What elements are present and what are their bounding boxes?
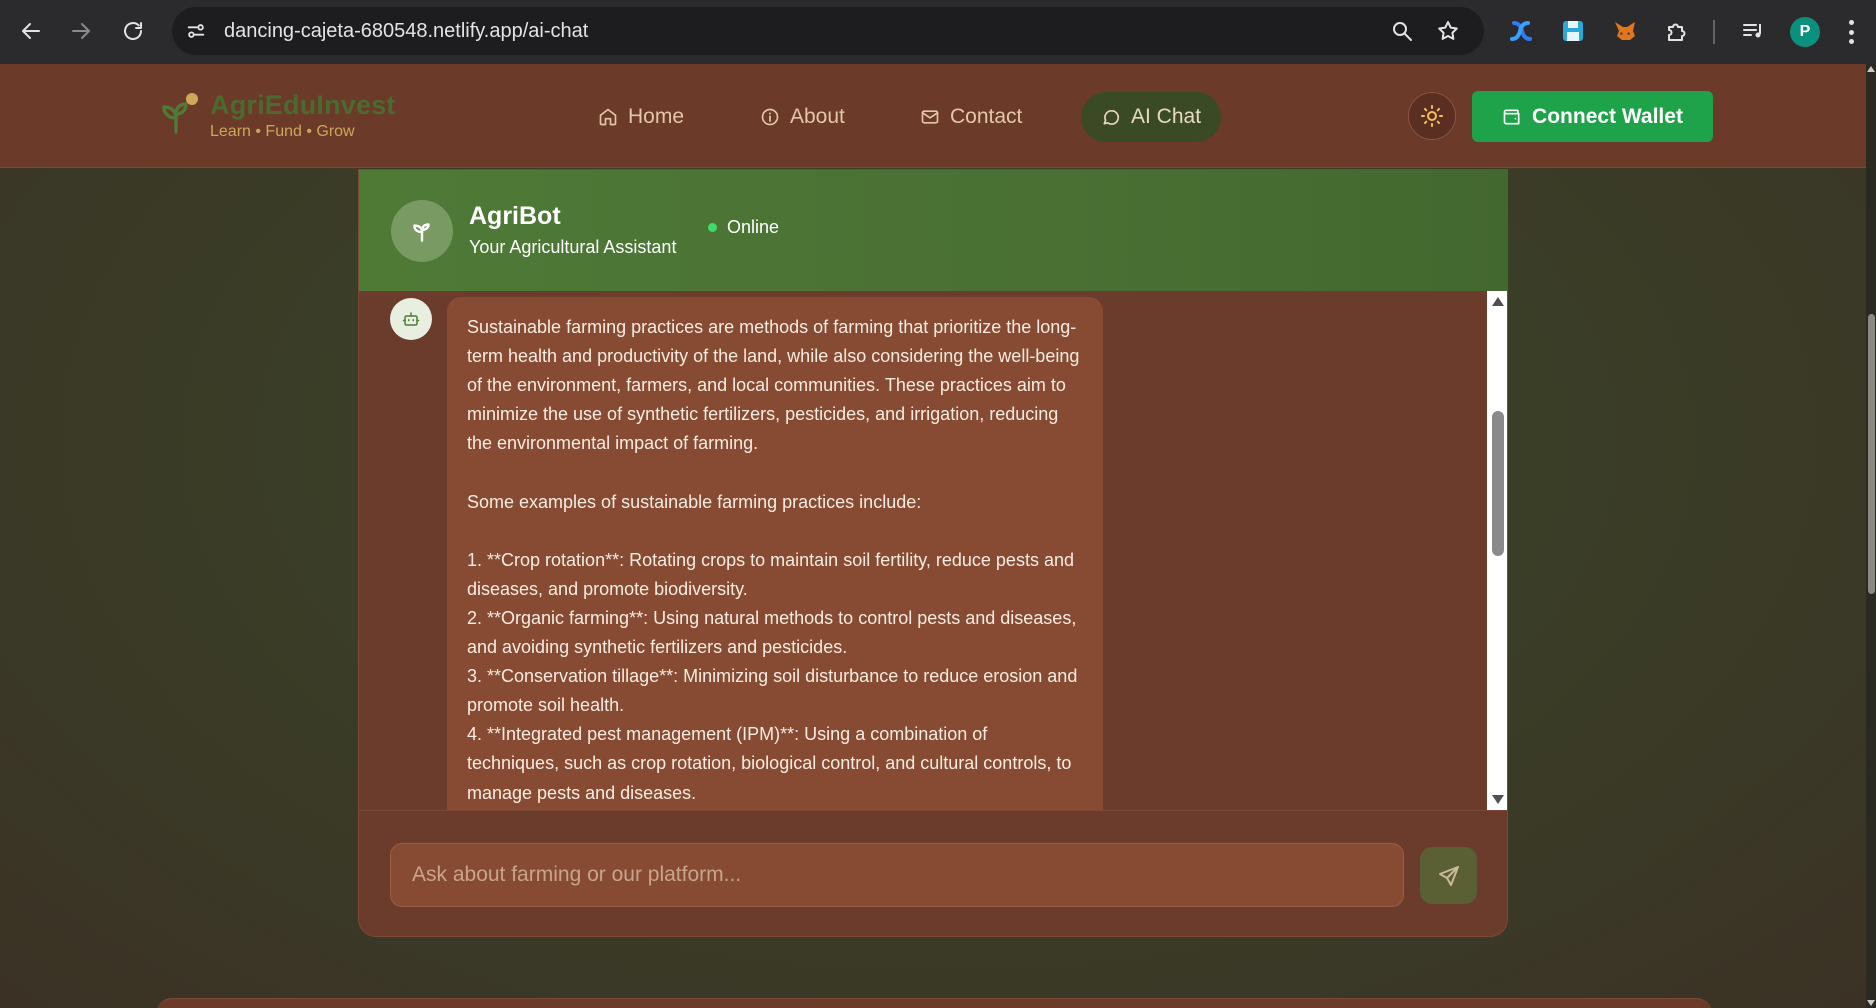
mail-icon (921, 110, 939, 124)
theme-toggle-button[interactable] (1408, 92, 1456, 140)
reload-button[interactable] (114, 12, 152, 50)
info-icon (761, 108, 779, 126)
extension-save[interactable] (1558, 16, 1588, 46)
media-controls-button[interactable] (1738, 16, 1768, 46)
sprout-logo-icon (162, 93, 198, 134)
copilot-icon (1510, 21, 1532, 41)
back-button[interactable] (12, 12, 50, 50)
reload-icon (124, 22, 142, 40)
brand-tagline: Learn • Fund • Grow (210, 123, 355, 140)
page-viewport: AgriEduInvest Learn • Fund • Grow Home A… (0, 64, 1876, 1008)
sprout-icon (413, 223, 430, 242)
playlist-icon (1743, 24, 1761, 38)
bookmark-button[interactable] (1436, 19, 1462, 45)
site-header: AgriEduInvest Learn • Fund • Grow Home A… (0, 64, 1866, 168)
chat-icon (1103, 109, 1120, 125)
page-scrollbar[interactable] (1866, 64, 1876, 1008)
star-icon (1438, 21, 1458, 40)
scroll-down-arrow-icon[interactable] (1492, 795, 1504, 804)
nav-contact[interactable]: Contact (900, 92, 1042, 142)
bot-name: AgriBot (469, 202, 561, 230)
browser-toolbar: dancing-cajeta-680548.netlify.app/ai-cha… (0, 0, 1876, 64)
arrow-right-icon (72, 23, 90, 39)
menu-dot-icon (1848, 39, 1854, 44)
send-icon (1438, 865, 1459, 886)
message-list[interactable]: Sustainable farming practices are method… (359, 291, 1507, 810)
page-scrollbar-thumb[interactable] (1868, 314, 1875, 594)
nav-ai-chat-label: AI Chat (1131, 105, 1202, 128)
extension-copilot[interactable] (1506, 16, 1536, 46)
more-menu-button[interactable] (1846, 18, 1856, 46)
chat-input[interactable] (390, 843, 1404, 907)
status-badge: Online (708, 217, 779, 238)
bot-message-bubble: Sustainable farming practices are method… (447, 297, 1103, 810)
tune-icon (187, 24, 205, 38)
chat-panel: AgriBot Your Agricultural Assistant Onli… (358, 169, 1508, 937)
bot-avatar (391, 200, 453, 262)
sun-icon (1421, 105, 1443, 127)
nav-home-label: Home (628, 105, 685, 128)
home-icon (599, 108, 617, 126)
brand-logo[interactable]: AgriEduInvest Learn • Fund • Grow (156, 90, 396, 141)
wallet-icon (1503, 109, 1520, 124)
menu-dot-icon (1848, 29, 1854, 35)
menu-dot-icon (1848, 20, 1854, 25)
search-icon (1393, 22, 1412, 41)
bot-subtitle: Your Agricultural Assistant (469, 237, 677, 257)
robot-icon (402, 312, 420, 326)
url-text: dancing-cajeta-680548.netlify.app/ai-cha… (224, 20, 589, 42)
nav-about-label: About (790, 105, 845, 128)
extension-metamask[interactable] (1610, 16, 1640, 46)
send-button[interactable] (1420, 847, 1477, 904)
nav-home[interactable]: Home (578, 92, 704, 142)
profile-avatar[interactable]: P (1790, 17, 1820, 47)
connect-wallet-label: Connect Wallet (1532, 104, 1683, 128)
extensions-button[interactable] (1662, 16, 1692, 46)
brand-name: AgriEduInvest (210, 90, 396, 120)
page-scroll-down-icon[interactable] (1867, 1000, 1875, 1006)
status-label: Online (727, 217, 780, 237)
fox-icon (1615, 22, 1635, 40)
scroll-up-arrow-icon[interactable] (1492, 297, 1504, 306)
arrow-left-icon (22, 23, 40, 39)
toolbar-divider (1713, 20, 1715, 44)
nav-contact-label: Contact (950, 105, 1023, 128)
message-scrollbar[interactable] (1487, 291, 1507, 810)
chat-input-area (359, 810, 1507, 936)
address-bar[interactable]: dancing-cajeta-680548.netlify.app/ai-cha… (172, 7, 1484, 55)
bot-message-avatar (390, 298, 432, 340)
puzzle-icon (1668, 23, 1686, 41)
nav-ai-chat[interactable]: AI Chat (1081, 92, 1222, 142)
chat-header: AgriBot Your Agricultural Assistant Onli… (359, 170, 1507, 291)
online-dot-icon (708, 223, 717, 232)
scrollbar-thumb[interactable] (1492, 411, 1504, 556)
forward-button[interactable] (62, 12, 100, 50)
site-info-button[interactable] (182, 17, 210, 45)
nav-about[interactable]: About (740, 92, 865, 142)
footer-section (156, 998, 1712, 1008)
page-scroll-up-icon[interactable] (1867, 66, 1875, 72)
connect-wallet-button[interactable]: Connect Wallet (1472, 91, 1713, 142)
floppy-disk-icon (1563, 21, 1583, 41)
zoom-button[interactable] (1390, 19, 1416, 45)
